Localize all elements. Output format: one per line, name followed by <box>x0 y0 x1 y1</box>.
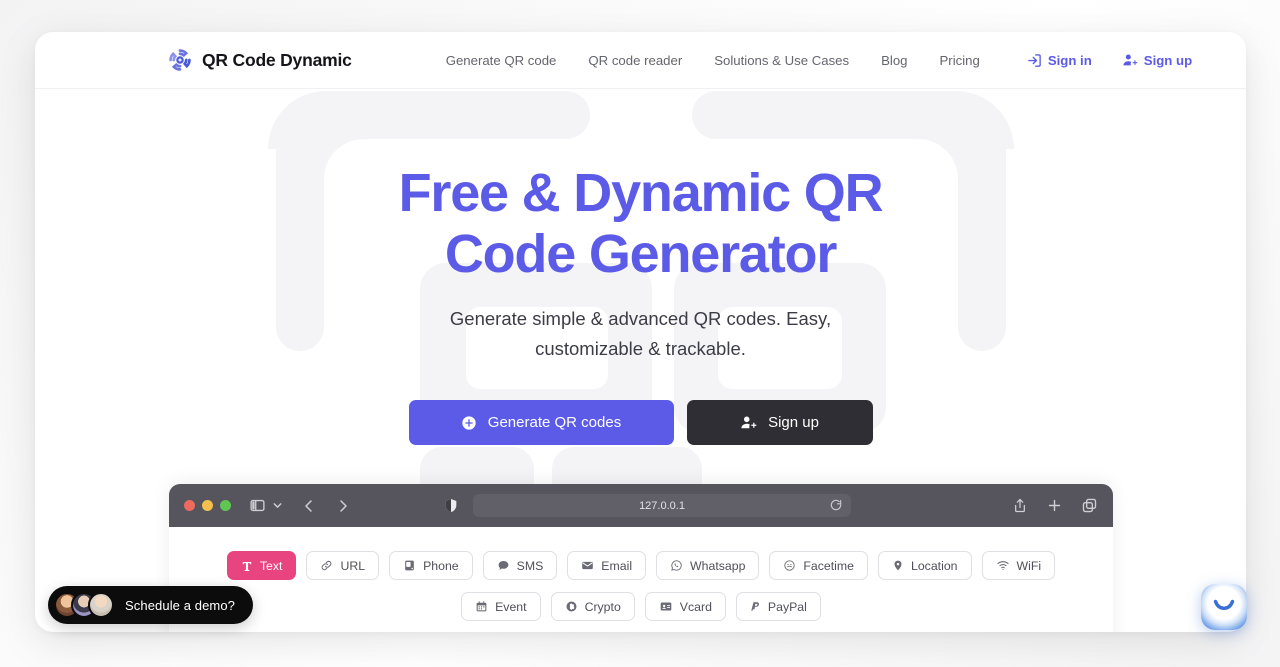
qr-type-email-label: Email <box>601 558 633 573</box>
shield-privacy-icon[interactable] <box>443 497 459 514</box>
browser-mockup: 127.0.0.1 Text URL Phone SMS Email Whats… <box>169 484 1113 632</box>
qr-type-url-chip[interactable]: URL <box>306 551 380 580</box>
url-text: 127.0.0.1 <box>639 499 685 512</box>
qr-type-wifi-chip[interactable]: WiFi <box>981 551 1056 580</box>
qr-type-wifi-label: WiFi <box>1016 558 1042 573</box>
user-plus-icon <box>740 414 757 431</box>
nav-link-solutions-use-cases[interactable]: Solutions & Use Cases <box>698 53 865 68</box>
sign-in-link[interactable]: Sign in <box>1012 53 1107 68</box>
paypal-icon <box>750 600 761 613</box>
hero-title-line-1: Free & Dynamic QR <box>398 163 884 223</box>
whatsapp-icon <box>670 559 683 572</box>
qr-type-crypto-label: Crypto <box>584 599 621 614</box>
sign-in-label: Sign in <box>1047 52 1092 68</box>
facetime-icon <box>783 559 796 572</box>
tab-overview-icon[interactable] <box>1081 497 1098 514</box>
generate-qr-codes-button[interactable]: Generate QR codes <box>408 400 674 445</box>
chat-launcher-button[interactable] <box>1201 584 1247 630</box>
hero-subtitle-line-2: customizable & trackable. <box>535 338 746 359</box>
sign-in-icon <box>1027 53 1042 68</box>
site-header: QR Code Dynamic Generate QR code QR code… <box>35 32 1246 89</box>
qr-swirl-logo-icon <box>167 47 193 73</box>
wifi-icon <box>996 559 1010 572</box>
brand-logo-link[interactable]: QR Code Dynamic <box>167 47 352 73</box>
nav-link-generate-qr-code[interactable]: Generate QR code <box>430 53 573 68</box>
qr-type-location-chip[interactable]: Location <box>878 551 972 580</box>
generate-qr-codes-label: Generate QR codes <box>487 414 622 431</box>
qr-type-crypto-chip[interactable]: Crypto <box>550 592 635 621</box>
qr-type-facetime-label: Facetime <box>803 558 854 573</box>
hero-title-line-2: Code Generator <box>444 224 837 284</box>
chat-smile-icon <box>1212 598 1236 617</box>
chat-bubble-icon <box>497 559 510 572</box>
qr-type-whatsapp-chip[interactable]: Whatsapp <box>656 551 760 580</box>
hero-sign-up-button[interactable]: Sign up <box>686 400 873 445</box>
minimize-window-button[interactable] <box>202 500 213 511</box>
text-icon <box>241 560 253 572</box>
hero-subtitle: Generate simple & advanced QR codes. Eas… <box>35 304 1246 364</box>
auth-group: Sign in Sign up <box>1012 52 1207 68</box>
qr-type-row-2: Event Crypto Vcard PayPal <box>169 592 1113 621</box>
qr-type-whatsapp-label: Whatsapp <box>690 558 746 573</box>
new-tab-icon[interactable] <box>1046 497 1063 514</box>
maximize-window-button[interactable] <box>220 500 231 511</box>
qr-type-phone-chip[interactable]: Phone <box>389 551 473 580</box>
hero-section: Free & Dynamic QR Code Generator Generat… <box>35 89 1246 509</box>
qr-type-email-chip[interactable]: Email <box>567 551 647 580</box>
qr-type-vcard-chip[interactable]: Vcard <box>644 592 726 621</box>
chevron-down-icon[interactable] <box>272 500 283 511</box>
sign-up-label: Sign up <box>1143 52 1193 68</box>
phone-icon <box>403 559 416 572</box>
qr-type-row-1: Text URL Phone SMS Email Whatsapp Faceti… <box>169 551 1113 580</box>
reload-icon[interactable] <box>829 498 843 517</box>
share-icon[interactable] <box>1012 497 1028 514</box>
back-arrow-icon[interactable] <box>301 498 317 514</box>
pin-icon <box>892 559 904 572</box>
id-card-icon <box>659 600 673 613</box>
qr-type-paypal-chip[interactable]: PayPal <box>735 592 821 621</box>
demo-avatars <box>54 592 114 618</box>
qr-type-url-label: URL <box>340 558 366 573</box>
brand-name: QR Code Dynamic <box>202 49 352 70</box>
qr-type-phone-label: Phone <box>423 558 459 573</box>
avatar <box>88 592 114 618</box>
user-plus-icon <box>1122 52 1138 68</box>
hero-content: Free & Dynamic QR Code Generator Generat… <box>35 89 1246 445</box>
page-card: QR Code Dynamic Generate QR code QR code… <box>35 32 1246 632</box>
close-window-button[interactable] <box>184 500 195 511</box>
sign-up-link[interactable]: Sign up <box>1107 52 1207 68</box>
hero-actions: Generate QR codes Sign up <box>35 400 1246 445</box>
sidebar-toggle-icon[interactable] <box>249 497 266 514</box>
qr-type-sms-label: SMS <box>516 558 544 573</box>
qr-type-text-label: Text <box>259 558 283 573</box>
nav-link-pricing[interactable]: Pricing <box>924 53 996 68</box>
qr-type-location-label: Location <box>911 558 958 573</box>
link-icon <box>320 559 333 572</box>
schedule-demo-label: Schedule a demo? <box>125 597 236 613</box>
browser-toolbar: 127.0.0.1 <box>169 484 1113 527</box>
browser-content: Text URL Phone SMS Email Whatsapp Faceti… <box>169 527 1113 621</box>
calendar-icon <box>475 600 488 613</box>
qr-type-facetime-chip[interactable]: Facetime <box>769 551 868 580</box>
browser-toolbar-right <box>1012 497 1098 514</box>
qr-type-text-chip[interactable]: Text <box>226 551 297 580</box>
envelope-icon <box>581 559 594 572</box>
forward-arrow-icon[interactable] <box>335 498 351 514</box>
qr-type-event-label: Event <box>495 599 527 614</box>
coin-icon <box>565 600 578 613</box>
nav-link-blog[interactable]: Blog <box>865 53 923 68</box>
hero-sign-up-label: Sign up <box>768 414 819 431</box>
url-bar[interactable]: 127.0.0.1 <box>473 494 851 517</box>
qr-type-event-chip[interactable]: Event <box>461 592 541 621</box>
schedule-demo-widget[interactable]: Schedule a demo? <box>48 586 254 624</box>
nav-link-qr-code-reader[interactable]: QR code reader <box>572 53 698 68</box>
hero-subtitle-line-1: Generate simple & advanced QR codes. Eas… <box>449 308 832 329</box>
qr-type-vcard-label: Vcard <box>679 599 712 614</box>
qr-type-sms-chip[interactable]: SMS <box>482 551 558 580</box>
plus-circle-icon <box>461 415 477 431</box>
window-traffic-lights <box>184 500 231 511</box>
main-nav: Generate QR code QR code reader Solution… <box>430 53 996 68</box>
qr-type-paypal-label: PayPal <box>767 599 807 614</box>
page-title: Free & Dynamic QR Code Generator <box>35 163 1246 285</box>
